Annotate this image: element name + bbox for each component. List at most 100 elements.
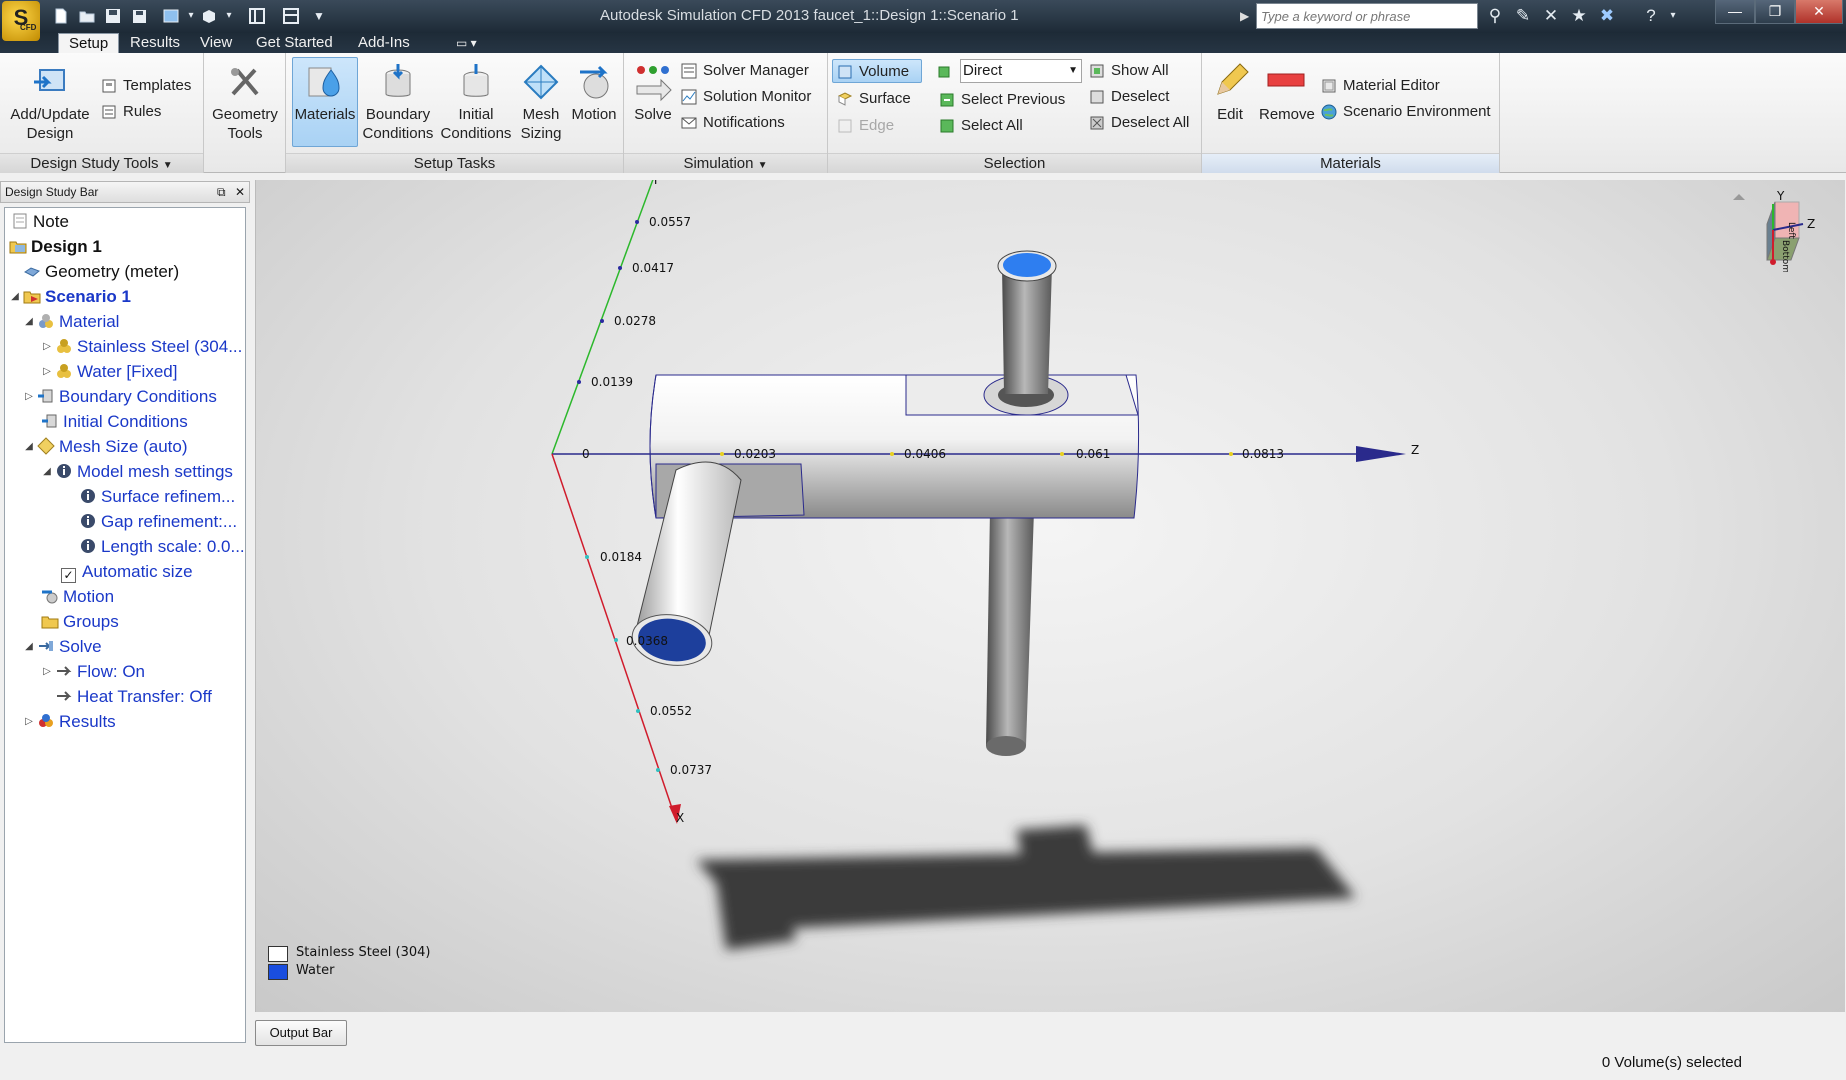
- layout-icon[interactable]: [246, 5, 268, 27]
- view-dropdown-icon[interactable]: ▾: [218, 5, 240, 27]
- edit-material-button[interactable]: Edit: [1206, 57, 1254, 125]
- add-update-design-button[interactable]: Add/Update Design: [4, 57, 96, 144]
- expanded-triangle-icon[interactable]: ◢: [23, 635, 35, 659]
- deselect-button[interactable]: Deselect: [1084, 84, 1170, 108]
- remove-material-button[interactable]: Remove: [1258, 57, 1315, 125]
- new-file-icon[interactable]: [50, 5, 72, 27]
- close-button[interactable]: ✕: [1795, 0, 1843, 24]
- ribbon-options-icon[interactable]: ▭ ▾: [446, 33, 487, 53]
- boundary-conditions-button[interactable]: Boundary Conditions: [360, 57, 436, 144]
- close-panel-icon[interactable]: ✕: [235, 182, 245, 202]
- tab-results[interactable]: Results: [120, 33, 190, 53]
- customize-toolbar-icon[interactable]: ▼: [308, 5, 330, 27]
- top-outlet-pipe[interactable]: [983, 250, 1069, 416]
- templates-button[interactable]: Templates: [96, 73, 192, 97]
- tools-icon[interactable]: ✕: [1540, 5, 1562, 27]
- tree-node-water[interactable]: ▷ Water [Fixed]: [41, 360, 177, 384]
- cube-face-bottom[interactable]: Bottom: [1780, 240, 1790, 273]
- tree-node-model-mesh-settings[interactable]: ◢ Model mesh settings: [41, 460, 233, 484]
- solver-manager-button[interactable]: Solver Manager: [676, 58, 810, 82]
- solution-monitor-button[interactable]: Solution Monitor: [676, 84, 812, 108]
- tree-node-stainless-steel[interactable]: ▷ Stainless Steel (304...: [41, 335, 242, 359]
- tree-node-solve[interactable]: ◢ Solve: [23, 635, 101, 659]
- expanded-triangle-icon[interactable]: ◢: [23, 435, 35, 459]
- output-bar-button[interactable]: Output Bar: [255, 1020, 347, 1046]
- collapsed-triangle-icon[interactable]: ▷: [41, 360, 53, 384]
- binoculars-icon[interactable]: ⚲: [1484, 5, 1506, 27]
- surface-selection-button[interactable]: Surface: [832, 86, 912, 110]
- select-all-button[interactable]: Select All: [934, 113, 1024, 137]
- panel-title-design-study-tools[interactable]: Design Study Tools ▼: [0, 153, 203, 173]
- collapsed-triangle-icon[interactable]: ▷: [23, 710, 35, 734]
- wrench-icon[interactable]: ✎: [1512, 5, 1534, 27]
- scenario-environment-button[interactable]: Scenario Environment: [1316, 99, 1492, 123]
- edge-selection-button[interactable]: Edge: [832, 113, 895, 137]
- collapsed-triangle-icon[interactable]: ▷: [41, 660, 53, 684]
- help-icon[interactable]: ?: [1640, 5, 1662, 27]
- select-previous-button[interactable]: Select Previous: [934, 87, 1066, 111]
- tree-node-boundary-conditions[interactable]: ▷ Boundary Conditions: [23, 385, 217, 409]
- deselect-all-button[interactable]: Deselect All: [1084, 110, 1190, 134]
- tree-node-initial-conditions[interactable]: Initial Conditions: [41, 410, 188, 434]
- minimize-button[interactable]: —: [1715, 0, 1755, 24]
- materials-button[interactable]: Materials: [292, 57, 358, 147]
- model-scene[interactable]: Y Z X 0.0557 0.0417 0.0278 0.0139 0 0.02…: [256, 180, 1845, 1012]
- collapsed-triangle-icon[interactable]: ▷: [41, 335, 53, 359]
- initial-conditions-button[interactable]: Initial Conditions: [438, 57, 514, 144]
- autodesk-x-icon[interactable]: ✖: [1596, 5, 1618, 27]
- automatic-size-checkbox[interactable]: ✓: [61, 568, 76, 583]
- rules-button[interactable]: Rules: [96, 99, 162, 123]
- tree-node-automatic-size[interactable]: ✓ Automatic size: [61, 560, 193, 584]
- tab-view[interactable]: View: [190, 33, 242, 53]
- search-expand-icon[interactable]: ▶: [1240, 4, 1254, 28]
- panel-title-simulation[interactable]: Simulation ▼: [624, 153, 827, 173]
- tree-node-motion[interactable]: Motion: [41, 585, 114, 609]
- show-all-button[interactable]: Show All: [1084, 58, 1170, 82]
- tree-node-groups[interactable]: Groups: [41, 610, 119, 634]
- selection-mode-dropdown[interactable]: Direct ▼: [960, 59, 1082, 83]
- tree-node-mesh-size[interactable]: ◢ Mesh Size (auto): [23, 435, 187, 459]
- expanded-triangle-icon[interactable]: ◢: [23, 310, 35, 334]
- design-study-tree[interactable]: Note Design 1 Geometry (meter) ◢ Scenario…: [4, 207, 246, 1043]
- tab-get-started[interactable]: Get Started: [246, 33, 343, 53]
- cube-face-left[interactable]: Left: [1786, 222, 1796, 239]
- tree-node-note[interactable]: Note: [11, 210, 69, 234]
- tree-node-length-scale[interactable]: Length scale: 0.0...: [79, 535, 245, 559]
- help-dropdown-icon[interactable]: ▾: [1662, 5, 1684, 27]
- tab-setup[interactable]: Setup: [58, 33, 120, 53]
- mesh-sizing-button[interactable]: Mesh Sizing: [516, 57, 566, 144]
- material-editor-button[interactable]: Material Editor: [1316, 73, 1441, 97]
- tab-add-ins[interactable]: Add-Ins: [348, 33, 420, 53]
- graphics-viewport[interactable]: Y Z X 0.0557 0.0417 0.0278 0.0139 0 0.02…: [255, 180, 1845, 1012]
- tree-node-results[interactable]: ▷ Results: [23, 710, 116, 734]
- expanded-triangle-icon[interactable]: ◢: [9, 285, 21, 309]
- tree-node-heat-transfer[interactable]: Heat Transfer: Off: [55, 685, 212, 709]
- tree-node-material[interactable]: ◢ Material: [23, 310, 119, 334]
- volume-selection-button[interactable]: Volume: [832, 59, 922, 83]
- search-input[interactable]: Type a keyword or phrase: [1256, 3, 1478, 29]
- maximize-button[interactable]: ❐: [1755, 0, 1795, 24]
- motion-button[interactable]: Motion: [568, 57, 620, 125]
- tree-node-scenario[interactable]: ◢ Scenario 1: [9, 285, 131, 309]
- float-panel-icon[interactable]: ⧉: [217, 182, 226, 202]
- open-folder-icon[interactable]: [76, 5, 98, 27]
- save-all-icon[interactable]: [128, 5, 150, 27]
- design-icon[interactable]: [160, 5, 182, 27]
- tree-node-gap-refinement[interactable]: Gap refinement:...: [79, 510, 237, 534]
- view-icon[interactable]: [198, 5, 220, 27]
- tree-node-flow[interactable]: ▷ Flow: On: [41, 660, 145, 684]
- top-outlet-water-face[interactable]: [1003, 253, 1051, 277]
- save-icon[interactable]: [102, 5, 124, 27]
- notifications-button[interactable]: Notifications: [676, 110, 786, 134]
- expanded-triangle-icon[interactable]: ◢: [41, 460, 53, 484]
- collapsed-triangle-icon[interactable]: ▷: [23, 385, 35, 409]
- tree-node-surface-refinement[interactable]: Surface refinem...: [79, 485, 235, 509]
- favorites-star-icon[interactable]: ★: [1568, 5, 1590, 27]
- view-cube[interactable]: Y Z Left Bottom: [1725, 182, 1825, 273]
- solve-button[interactable]: Solve: [628, 57, 678, 125]
- app-menu-button[interactable]: S CFD: [2, 1, 40, 41]
- panel-icon[interactable]: [280, 5, 302, 27]
- home-view-icon[interactable]: [1733, 194, 1745, 200]
- tree-node-geometry[interactable]: Geometry (meter): [23, 260, 179, 284]
- lower-outlet-pipe[interactable]: [986, 510, 1034, 756]
